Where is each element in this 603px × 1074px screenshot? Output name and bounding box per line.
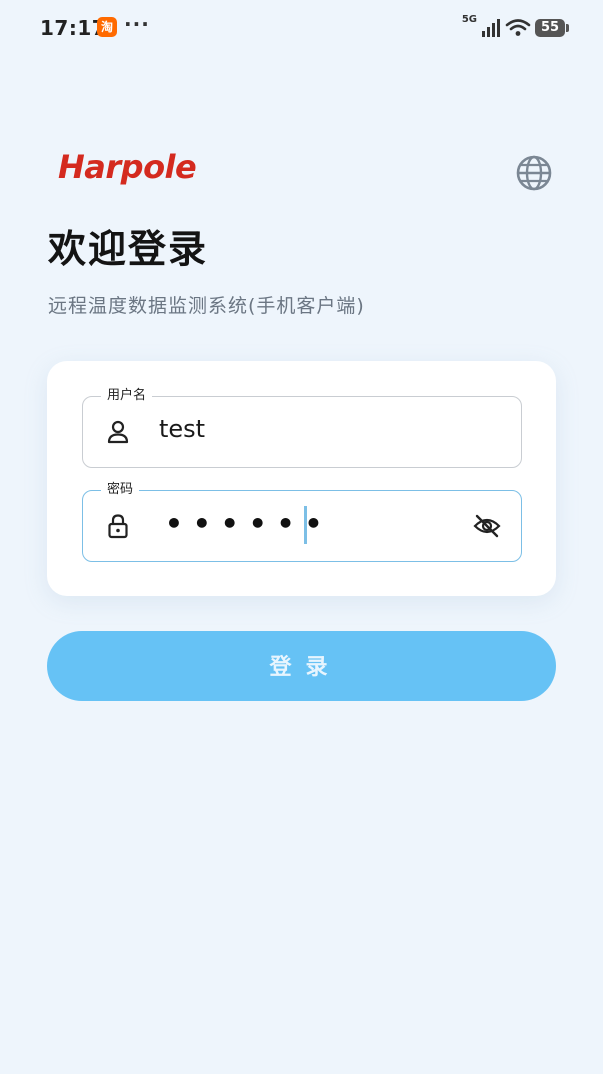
lock-icon xyxy=(108,514,128,539)
username-input[interactable]: test xyxy=(159,415,205,443)
text-cursor xyxy=(304,506,307,544)
network-type: 5G xyxy=(461,14,477,25)
username-label: 用户名 xyxy=(101,387,153,405)
password-input[interactable]: •••••• xyxy=(165,507,332,540)
page-title: 欢迎登录 xyxy=(48,227,209,271)
eye-off-icon[interactable] xyxy=(473,513,501,539)
page-subtitle: 远程温度数据监测系统(手机客户端) xyxy=(48,295,365,317)
battery-icon: 55 xyxy=(535,19,569,37)
status-indicators: 5G 55 xyxy=(461,14,569,40)
wifi-icon xyxy=(505,19,531,36)
more-notifications-icon: ··· xyxy=(124,12,150,36)
username-field[interactable]: 用户名 test xyxy=(82,387,522,468)
login-card: 用户名 test 密码 •••••• xyxy=(47,361,556,596)
signal-icon xyxy=(482,19,500,37)
login-button[interactable]: 登录 xyxy=(47,631,556,701)
taobao-app-icon: 淘 xyxy=(97,17,117,37)
user-icon xyxy=(107,420,129,444)
password-field[interactable]: 密码 •••••• xyxy=(82,481,522,562)
password-label: 密码 xyxy=(101,481,140,499)
harpole-logo: Harpole xyxy=(58,148,197,186)
language-globe-icon[interactable] xyxy=(515,154,553,192)
status-bar: 17:17 淘 ··· 5G 55 xyxy=(0,0,603,56)
